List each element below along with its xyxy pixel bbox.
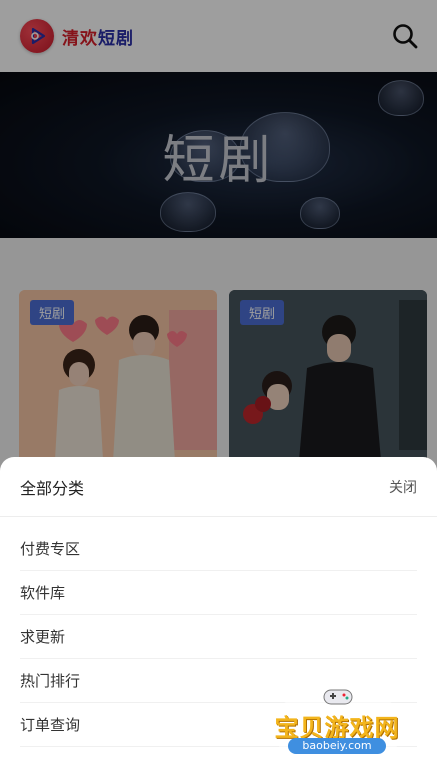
gamepad-icon	[323, 689, 353, 705]
menu-item-software-library[interactable]: 软件库	[20, 571, 417, 615]
sheet-header: 全部分类 关闭	[0, 457, 437, 517]
sheet-title: 全部分类	[20, 478, 85, 498]
close-button[interactable]: 关闭	[389, 477, 417, 497]
modal-backdrop-top[interactable]	[0, 0, 437, 72]
menu-item-request-update[interactable]: 求更新	[20, 615, 417, 659]
site-watermark: 宝贝游戏网 baobeiy.com	[262, 682, 412, 770]
menu-item-paid-zone[interactable]: 付费专区	[20, 527, 417, 571]
watermark-url: baobeiy.com	[288, 738, 386, 754]
